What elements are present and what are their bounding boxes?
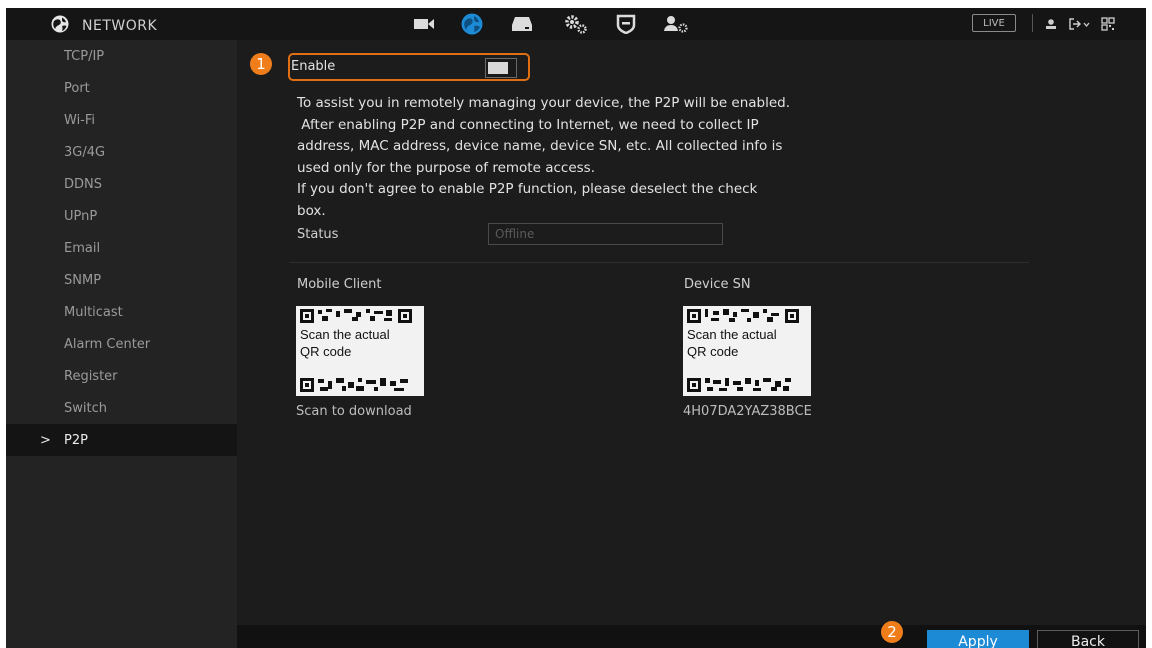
qr-caption-line: QR code: [300, 344, 352, 359]
user-icon[interactable]: [1044, 16, 1058, 32]
section-divider: [289, 262, 1029, 263]
notice-line: To assist you in remotely managing your …: [297, 95, 791, 111]
sidebar-item-tcp-ip[interactable]: TCP/IP: [6, 40, 237, 72]
chevron-right-icon: >: [40, 432, 51, 448]
sidebar-item-label: DDNS: [64, 176, 102, 192]
qr-caption: Scan the actual QR code: [687, 326, 777, 360]
apply-button[interactable]: Apply: [927, 630, 1029, 648]
checkbox-indicator: [488, 62, 508, 74]
enable-label: Enable: [291, 59, 336, 74]
enable-checkbox[interactable]: [485, 58, 517, 78]
sidebar-item-register[interactable]: Register: [6, 360, 237, 392]
main-panel: 1 Enable To assist you in remotely manag…: [237, 40, 1146, 648]
network-globe-icon[interactable]: [458, 12, 486, 36]
device-sn-value: 4H07DA2YAZ38BCE: [683, 404, 812, 419]
sidebar-item-label: Alarm Center: [64, 336, 151, 352]
sidebar-item-label: Wi-Fi: [64, 112, 96, 128]
sidebar-item-label: SNMP: [64, 272, 102, 288]
callout-badge-2: 2: [881, 621, 903, 643]
bottom-bar: 2 Apply Back: [237, 621, 1146, 648]
sidebar-item-multicast[interactable]: Multicast: [6, 296, 237, 328]
sidebar-item-email[interactable]: Email: [6, 232, 237, 264]
sidebar-item-label: UPnP: [64, 208, 98, 224]
device-sn-qr-code: Scan the actual QR code: [683, 306, 811, 396]
notice-line: address, MAC address, device name, devic…: [297, 138, 783, 154]
sidebar-item-3g-4g[interactable]: 3G/4G: [6, 136, 237, 168]
notice-line: box.: [297, 202, 326, 219]
sidebar-item-switch[interactable]: Switch: [6, 392, 237, 424]
storage-icon[interactable]: [508, 12, 536, 36]
network-globe-icon: [50, 14, 70, 38]
qr-caption-line: QR code: [687, 344, 739, 359]
qr-caption-line: Scan the actual: [687, 327, 777, 342]
mobile-client-label: Mobile Client: [297, 277, 382, 292]
sidebar-item-alarm-center[interactable]: Alarm Center: [6, 328, 237, 360]
page-title: NETWORK: [82, 18, 158, 34]
sidebar-item-label: 3G/4G: [64, 144, 106, 160]
sidebar-item-ddns[interactable]: DDNS: [6, 168, 237, 200]
camera-icon[interactable]: [410, 12, 438, 36]
sidebar-item-upnp[interactable]: UPnP: [6, 200, 237, 232]
sidebar-item-label: Multicast: [64, 304, 123, 320]
system-gears-icon[interactable]: [562, 12, 590, 36]
mobile-client-qr-code: Scan the actual QR code: [296, 306, 424, 396]
qr-grid-icon[interactable]: [1100, 16, 1116, 32]
divider: [1032, 14, 1033, 32]
p2p-settings-window: NETWORK LIVE TCP/IP Port Wi-Fi 3G/4G DDN…: [6, 8, 1146, 648]
account-icon[interactable]: [662, 12, 690, 36]
sidebar-item-port[interactable]: Port: [6, 72, 237, 104]
sidebar-item-wifi[interactable]: Wi-Fi: [6, 104, 237, 136]
status-field: Offline: [488, 223, 723, 245]
top-bar: NETWORK LIVE: [6, 8, 1146, 40]
sidebar-item-p2p[interactable]: > P2P: [6, 424, 237, 456]
security-shield-icon[interactable]: [612, 12, 640, 36]
sidebar-item-label: Switch: [64, 400, 107, 416]
notice-line: used only for the purpose of remote acce…: [297, 159, 595, 176]
back-button[interactable]: Back: [1037, 630, 1139, 648]
status-label: Status: [297, 227, 339, 242]
sidebar-item-label: Register: [64, 368, 118, 384]
notice-line: After enabling P2P and connecting to Int…: [297, 116, 759, 133]
qr-caption-line: Scan the actual: [300, 327, 390, 342]
qr-caption: Scan the actual QR code: [300, 326, 390, 360]
notice-line: If you don't agree to enable P2P functio…: [297, 181, 758, 197]
scan-download-label: Scan to download: [296, 404, 412, 419]
p2p-notice: To assist you in remotely managing your …: [297, 93, 937, 222]
sidebar-item-label: Port: [64, 80, 90, 96]
sidebar-item-label: TCP/IP: [64, 48, 105, 64]
sidebar-item-snmp[interactable]: SNMP: [6, 264, 237, 296]
page-header: NETWORK: [50, 14, 157, 38]
device-sn-label: Device SN: [684, 277, 751, 292]
sidebar: TCP/IP Port Wi-Fi 3G/4G DDNS UPnP Email …: [6, 40, 237, 648]
sidebar-item-label: Email: [64, 240, 101, 256]
sidebar-item-label: P2P: [64, 432, 88, 448]
logout-icon[interactable]: [1068, 16, 1092, 32]
live-button[interactable]: LIVE: [972, 14, 1016, 32]
callout-badge-1: 1: [250, 53, 272, 75]
